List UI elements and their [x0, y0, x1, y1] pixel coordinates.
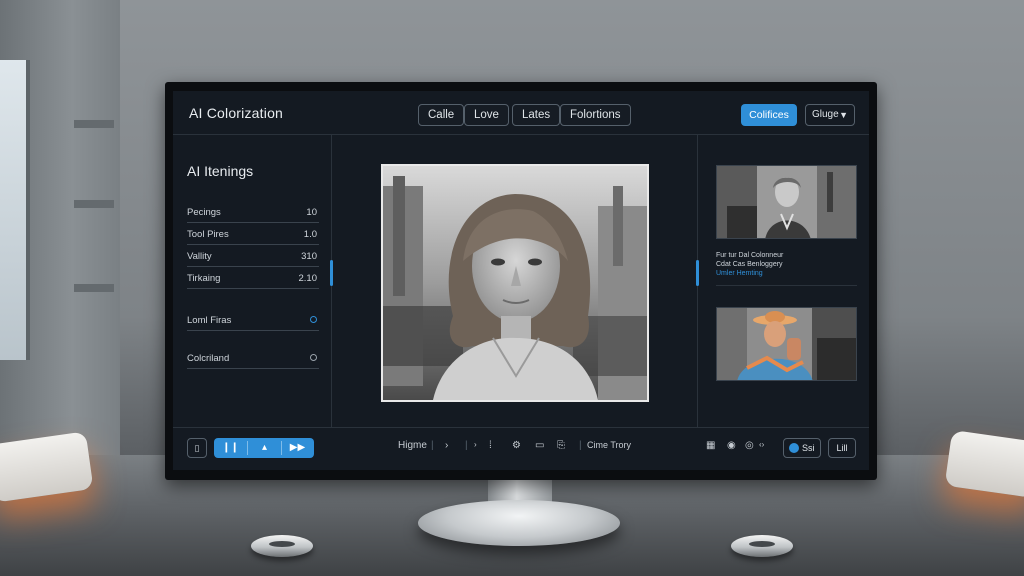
tab-calle[interactable]: Calle: [418, 104, 465, 126]
grid-icon[interactable]: ▦: [706, 440, 715, 451]
settings-panel: AI Itenings Pecings 10 Tool Pires 1.0 Va…: [173, 135, 333, 427]
desk-puck-right: [731, 535, 793, 557]
toggle-button[interactable]: Ssi: [783, 438, 821, 458]
app-title: AI Colorization: [189, 105, 284, 121]
setting-label: Vallity: [187, 251, 212, 262]
setting-label: Tirkaing: [187, 273, 221, 284]
photo-preview[interactable]: [381, 164, 649, 402]
divider: |: [579, 440, 582, 451]
setting-label: Pecings: [187, 207, 221, 218]
meta-line: Cdat Cas Benloggery: [716, 261, 783, 268]
export-icon[interactable]: ⎘: [557, 440, 565, 451]
circle-icon[interactable]: ◉: [727, 440, 736, 451]
end-button[interactable]: Lill: [828, 438, 856, 458]
mode-label: Higme: [398, 440, 427, 451]
user-icon[interactable]: ▴: [248, 438, 281, 458]
radio-icon[interactable]: [310, 354, 317, 361]
panel-resize-handle[interactable]: [696, 260, 699, 286]
desk-puck-left: [251, 535, 313, 557]
settings-gear-icon[interactable]: ⚙: [512, 440, 521, 451]
room-window: [0, 0, 120, 470]
bottom-toolbar: ▯ ❙❙ ▴ ▶▶ Higme | › | › ⁞ ⚙ ▭ ⎘ | Cime T…: [173, 427, 869, 470]
next-icon[interactable]: ›: [445, 440, 448, 451]
primary-action-button[interactable]: Colifices: [741, 104, 797, 126]
portrait-image: [383, 166, 647, 400]
window-shelf: [74, 284, 114, 292]
monitor-stand-base: [418, 500, 620, 546]
tab-folortions[interactable]: Folortions: [560, 104, 631, 126]
window-pane: [0, 60, 30, 360]
playback-controls: ❙❙ ▴ ▶▶: [214, 438, 314, 458]
status-label: Cime Trory: [587, 440, 632, 450]
setting-value: 2.10: [298, 273, 318, 284]
top-bar: AI Colorization Calle Love Lates Folorti…: [173, 91, 869, 135]
chat-icon[interactable]: ▭: [535, 440, 544, 451]
toggle-row[interactable]: Loml Firas: [187, 309, 319, 331]
toggle-dot-icon: [789, 443, 799, 453]
toggle-label: Ssi: [802, 443, 815, 453]
tab-love[interactable]: Love: [464, 104, 509, 126]
dropdown-value: Gluge: [812, 109, 839, 120]
toggle-row[interactable]: Colcriland: [187, 347, 319, 369]
canvas-area: [333, 135, 697, 427]
meta-link[interactable]: Umler Hemting: [716, 269, 763, 278]
setting-value: 1.0: [303, 229, 317, 240]
window-shelf: [74, 200, 114, 208]
results-panel: Fur tur Dal Colonneur Cdat Cas Benlogger…: [696, 135, 869, 427]
radio-icon[interactable]: [310, 316, 317, 323]
setting-row[interactable]: Pecings 10: [187, 201, 319, 223]
setting-row[interactable]: Vallity 310: [187, 245, 319, 267]
setting-label: Tool Pires: [187, 229, 229, 240]
play-icon[interactable]: ›: [474, 440, 477, 449]
fast-forward-icon[interactable]: ▶▶: [281, 438, 314, 458]
toggle-label: Colcriland: [187, 353, 230, 364]
thumbnail-colorized[interactable]: [716, 307, 857, 381]
setting-row[interactable]: Tirkaing 2.10: [187, 267, 319, 289]
divider: [716, 285, 857, 286]
thumbnail-color-image: [717, 308, 856, 380]
more-icon[interactable]: ‹›: [759, 440, 764, 449]
setting-value: 10: [306, 207, 317, 218]
pause-icon[interactable]: ❙❙: [214, 438, 247, 458]
setting-value: 310: [301, 251, 317, 262]
divider: |: [465, 440, 468, 451]
chevron-down-icon: ▼: [839, 110, 848, 120]
thumbnail-grayscale-image: [717, 166, 856, 238]
thumbnail-original[interactable]: [716, 165, 857, 239]
monitor: AI Colorization Calle Love Lates Folorti…: [165, 82, 877, 480]
panel-heading: AI Itenings: [187, 163, 254, 179]
options-dropdown[interactable]: Gluge ▼: [805, 104, 855, 126]
setting-row[interactable]: Tool Pires 1.0: [187, 223, 319, 245]
meta-line: Fur tur Dal Colonneur: [716, 252, 784, 259]
toggle-label: Loml Firas: [187, 315, 232, 326]
app-window: AI Colorization Calle Love Lates Folorti…: [173, 91, 869, 470]
eye-icon[interactable]: ◎: [745, 440, 754, 451]
window-shelf: [74, 120, 114, 128]
file-icon[interactable]: ▯: [187, 438, 207, 458]
marker-icon[interactable]: ⁞: [489, 440, 492, 451]
divider: |: [431, 440, 434, 451]
tab-lates[interactable]: Lates: [512, 104, 561, 126]
